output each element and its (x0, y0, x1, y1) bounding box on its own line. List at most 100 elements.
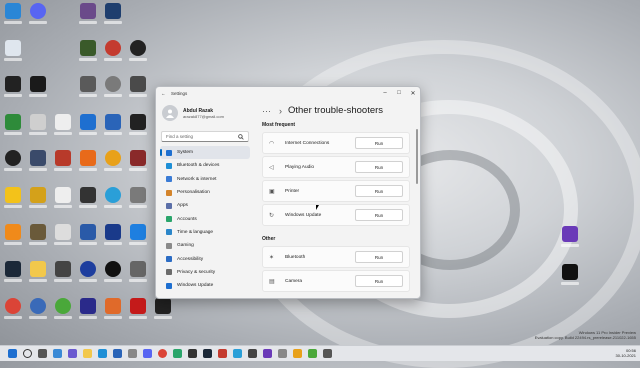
run-button[interactable]: Run (355, 137, 403, 149)
desktop-icon[interactable] (103, 224, 123, 248)
desktop-icon[interactable] (103, 3, 123, 27)
system-clock[interactable]: 00:56 30-10-2021 (616, 348, 636, 358)
desktop-icon[interactable] (28, 187, 48, 211)
desktop-icon[interactable] (3, 3, 23, 27)
app-icon[interactable] (218, 349, 227, 358)
chat-icon[interactable] (68, 349, 77, 358)
app-icon[interactable] (188, 349, 197, 358)
desktop-icon[interactable] (53, 150, 73, 174)
search-icon[interactable] (23, 349, 32, 358)
sidebar-item-time-language[interactable]: Time & language (160, 226, 250, 239)
desktop-icon[interactable] (78, 114, 98, 138)
app-icon[interactable] (323, 349, 332, 358)
desktop-icon[interactable] (103, 40, 123, 64)
start-icon[interactable] (8, 349, 17, 358)
edge-icon[interactable] (98, 349, 107, 358)
maximize-button[interactable]: □ (392, 90, 406, 97)
desktop-icon[interactable] (78, 40, 98, 64)
widgets-icon[interactable] (53, 349, 62, 358)
steam-icon[interactable] (3, 261, 23, 285)
desktop-icon[interactable] (153, 298, 173, 322)
desktop-icon[interactable] (78, 261, 98, 285)
vlc-icon[interactable] (3, 224, 23, 248)
scrollbar[interactable] (416, 129, 418, 184)
run-button[interactable]: Run (355, 161, 403, 173)
steam-icon[interactable] (203, 349, 212, 358)
desktop-icon[interactable] (103, 298, 123, 322)
task-view-icon[interactable] (38, 349, 47, 358)
nzxt-cam-icon[interactable] (560, 264, 580, 288)
desktop-icon[interactable] (128, 40, 148, 64)
sidebar-item-windows-update[interactable]: Windows Update (160, 279, 250, 292)
run-button[interactable]: Run (355, 275, 403, 287)
sidebar-item-accounts[interactable]: Accounts (160, 212, 250, 225)
telegram-icon[interactable] (103, 187, 123, 211)
desktop-icon[interactable] (78, 3, 98, 27)
desktop-icon[interactable] (128, 114, 148, 138)
desktop-icon[interactable] (103, 261, 123, 285)
desktop-icon[interactable] (3, 187, 23, 211)
desktop-icon[interactable] (28, 150, 48, 174)
desktop-icon[interactable] (78, 76, 98, 100)
run-button[interactable]: Run (355, 209, 403, 221)
run-button[interactable]: Run (355, 251, 403, 263)
desktop-icon[interactable] (53, 114, 73, 138)
discord-icon[interactable] (28, 3, 48, 27)
sidebar-item-system[interactable]: System (160, 146, 250, 160)
desktop-icon[interactable] (103, 76, 123, 100)
desktop-icon[interactable] (128, 261, 148, 285)
sidebar-item-network[interactable]: Network & internet (160, 173, 250, 186)
utorrent-icon[interactable] (53, 298, 73, 322)
app-icon[interactable] (248, 349, 257, 358)
desktop-icon[interactable] (103, 114, 123, 138)
desktop-icon[interactable] (128, 150, 148, 174)
desktop-icon[interactable] (78, 150, 98, 174)
discord-icon[interactable] (143, 349, 152, 358)
close-button[interactable]: ✕ (406, 90, 420, 97)
sidebar-item-personalisation[interactable]: Personalisation (160, 186, 250, 199)
desktop-icon[interactable] (53, 261, 73, 285)
user-profile[interactable]: Abdul Razak arazak877@gmail.com (162, 105, 254, 121)
desktop-icon[interactable] (78, 187, 98, 211)
recycle-bin-icon[interactable] (3, 40, 23, 64)
app-icon[interactable] (308, 349, 317, 358)
desktop-icon[interactable] (560, 226, 580, 250)
store-icon[interactable] (113, 349, 122, 358)
chrome-icon[interactable] (158, 349, 167, 358)
sidebar-item-privacy[interactable]: Privacy & security (160, 266, 250, 279)
desktop-icon[interactable] (78, 224, 98, 248)
desktop-icon[interactable] (103, 150, 123, 174)
desktop-icon[interactable] (128, 298, 148, 322)
telegram-icon[interactable] (233, 349, 242, 358)
sidebar-item-accessibility[interactable]: Accessibility (160, 252, 250, 265)
desktop-icon[interactable] (78, 298, 98, 322)
back-arrow-icon[interactable]: ← (161, 91, 171, 96)
app-icon[interactable] (278, 349, 287, 358)
chrome-icon[interactable] (3, 298, 23, 322)
folder-icon[interactable] (28, 261, 48, 285)
desktop-icon[interactable] (28, 114, 48, 138)
desktop-icon[interactable] (28, 224, 48, 248)
desktop-icon[interactable] (3, 150, 23, 174)
search-input[interactable]: Find a setting (161, 131, 249, 142)
sidebar-item-gaming[interactable]: Gaming (160, 239, 250, 252)
desktop-icon[interactable] (128, 187, 148, 211)
desktop-icon[interactable] (128, 76, 148, 100)
settings-icon[interactable] (128, 349, 137, 358)
epic-games-icon[interactable] (28, 76, 48, 100)
desktop-icon[interactable] (28, 298, 48, 322)
desktop-icon[interactable] (3, 76, 23, 100)
desktop-icon[interactable] (128, 224, 148, 248)
breadcrumb-more-button[interactable]: ··· (262, 106, 271, 116)
run-button[interactable]: Run (355, 185, 403, 197)
file-explorer-icon[interactable] (83, 349, 92, 358)
sidebar-item-bluetooth[interactable]: Bluetooth & devices (160, 159, 250, 172)
app-icon[interactable] (293, 349, 302, 358)
sidebar-item-apps[interactable]: Apps (160, 199, 250, 212)
minimize-button[interactable]: – (378, 90, 392, 97)
desktop-icon[interactable] (53, 187, 73, 211)
app-icon[interactable] (173, 349, 182, 358)
desktop-icon[interactable] (53, 224, 73, 248)
desktop-icon[interactable] (3, 114, 23, 138)
app-icon[interactable] (263, 349, 272, 358)
